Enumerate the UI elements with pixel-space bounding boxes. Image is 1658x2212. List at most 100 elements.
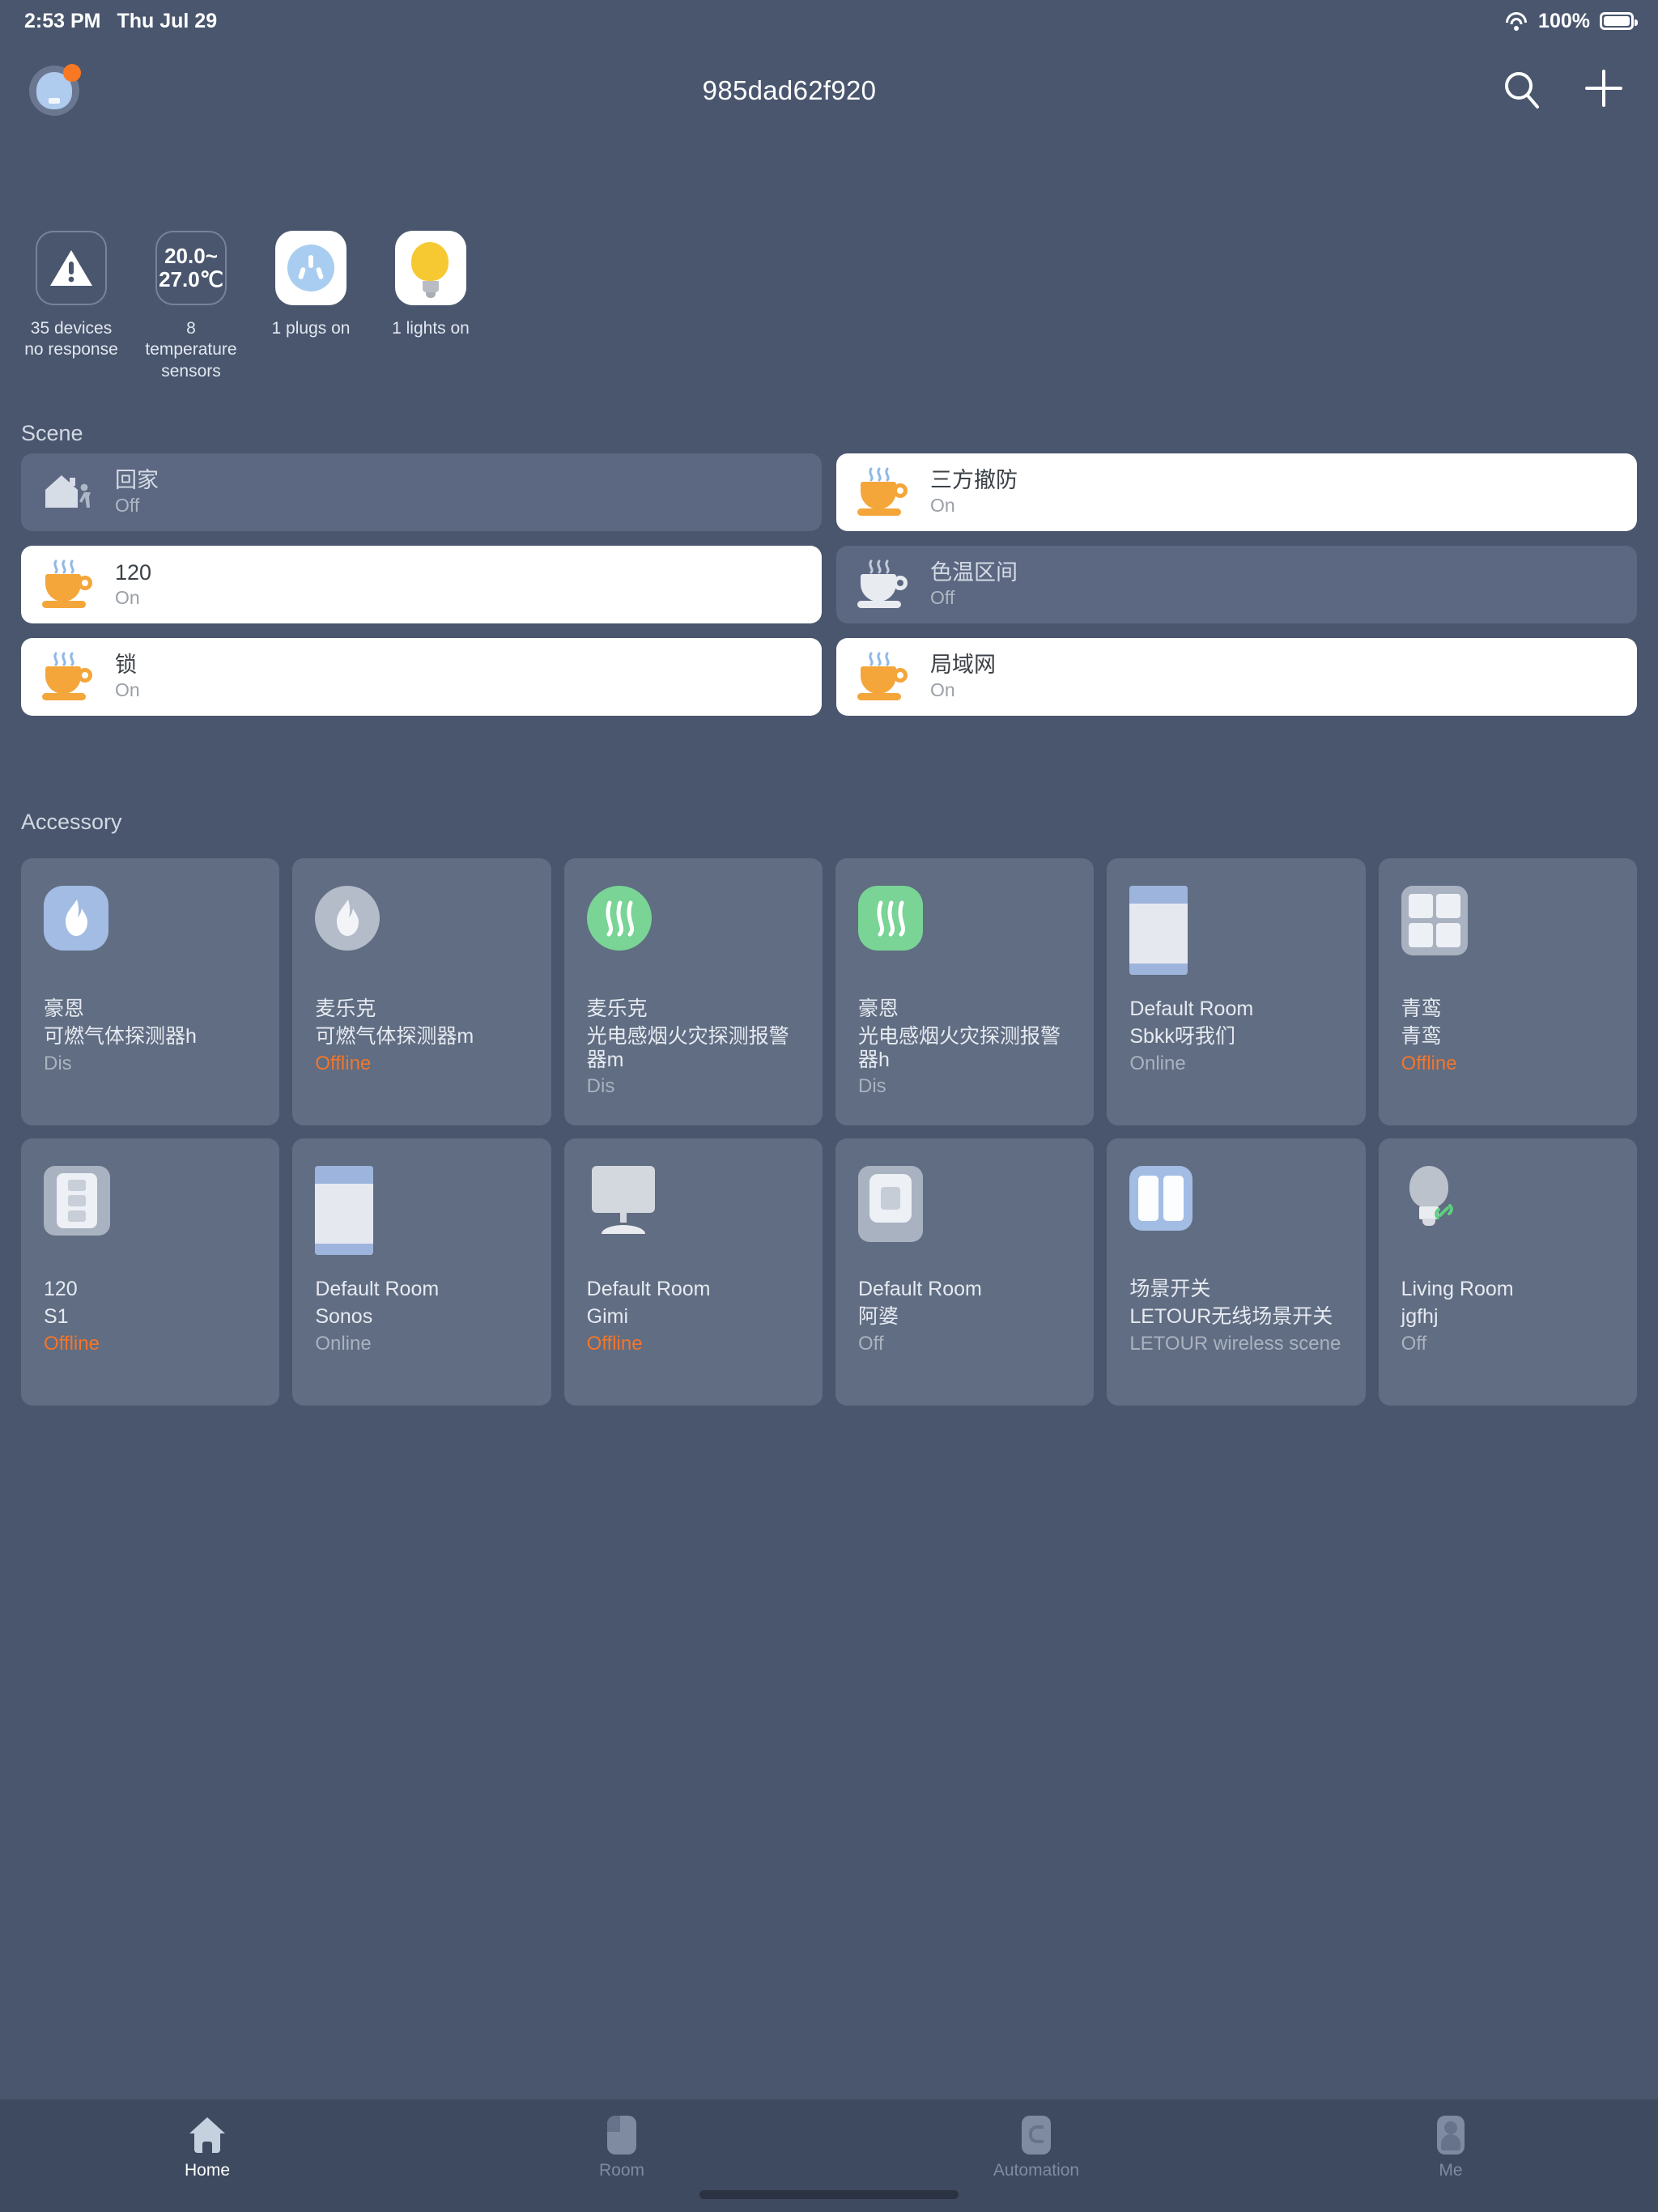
scene-state: On bbox=[930, 679, 955, 701]
accessory-icon-wrap bbox=[44, 1166, 257, 1260]
two-gang-switch-icon bbox=[1129, 1166, 1193, 1231]
gas-detector-icon-grey bbox=[315, 886, 380, 951]
tab-home[interactable]: Home bbox=[0, 2114, 414, 2180]
accessory-icon-wrap bbox=[858, 886, 1071, 980]
status-bar-right: 100% bbox=[1504, 10, 1638, 33]
smoke-detector-icon-green bbox=[586, 886, 652, 951]
tab-label: Room bbox=[598, 2161, 645, 2180]
coffee-cup-icon bbox=[856, 466, 909, 519]
four-gang-switch-icon bbox=[1401, 886, 1468, 955]
nav-bar: 985dad62f920 bbox=[0, 42, 1658, 139]
scene-state: On bbox=[115, 679, 140, 701]
accessory-card[interactable]: 场景开关 LETOUR无线场景开关 LETOUR wireless scene bbox=[1107, 1138, 1366, 1406]
light-bulb-icon bbox=[411, 242, 450, 298]
tab-label: Me bbox=[1439, 2161, 1463, 2180]
accessory-icon-wrap bbox=[1401, 886, 1614, 980]
coffee-cup-icon-grey bbox=[856, 558, 909, 611]
summary-label: 1 lights on bbox=[392, 319, 470, 338]
accessory-device: jgfhj bbox=[1401, 1304, 1439, 1328]
me-icon bbox=[1430, 2114, 1472, 2156]
app-screen: 2:53 PM Thu Jul 29 100% 985dad62f920 35 … bbox=[0, 0, 1658, 2212]
accessory-card[interactable]: 豪恩 光电感烟火灾探测报警器h Dis bbox=[835, 858, 1095, 1125]
summary-tile-icon-box bbox=[395, 231, 466, 305]
home-indicator bbox=[699, 2190, 959, 2199]
summary-tile-icon-box bbox=[275, 231, 346, 305]
tab-room[interactable]: Room bbox=[414, 2114, 829, 2180]
battery-full-icon bbox=[1600, 12, 1638, 30]
three-gang-switch-icon bbox=[44, 1166, 110, 1236]
tab-automation[interactable]: Automation bbox=[829, 2114, 1244, 2180]
accessory-room: 青鸾 bbox=[1401, 998, 1442, 1020]
accessory-device: LETOUR无线场景开关 bbox=[1129, 1304, 1333, 1328]
accessory-icon-wrap bbox=[587, 1166, 800, 1260]
scene-text: 120 On bbox=[115, 560, 151, 609]
scene-card[interactable]: 局域网 On bbox=[836, 638, 1637, 716]
light-bulb-linked-icon bbox=[1401, 1166, 1456, 1240]
accessory-room: 豪恩 bbox=[44, 998, 85, 1020]
accessory-card[interactable]: Default Room Sbkk呀我们 Online bbox=[1107, 858, 1366, 1125]
warning-triangle-icon bbox=[50, 250, 92, 286]
accessory-section-title: Accessory bbox=[21, 810, 122, 834]
accessory-room: Living Room bbox=[1401, 1278, 1514, 1300]
scene-card[interactable]: 回家 Off bbox=[21, 453, 822, 531]
scene-name: 回家 bbox=[115, 467, 159, 492]
summary-label: 8 temperature sensors bbox=[145, 319, 237, 381]
summary-label: 1 plugs on bbox=[271, 319, 351, 338]
room-icon bbox=[601, 2114, 643, 2156]
temperature-range-value: 20.0~ 27.0℃ bbox=[159, 243, 223, 291]
summary-tile-lights[interactable]: 1 lights on bbox=[380, 231, 481, 382]
accessory-card[interactable]: 豪恩 可燃气体探测器h Dis bbox=[21, 858, 280, 1125]
accessory-texts: Default Room Sbkk呀我们 Online bbox=[1129, 998, 1342, 1074]
summary-tile-temperature[interactable]: 20.0~ 27.0℃ 8 temperature sensors bbox=[141, 231, 241, 382]
user-avatar-icon[interactable] bbox=[29, 64, 81, 116]
accessory-texts: Default Room Gimi Offline bbox=[587, 1278, 800, 1355]
scene-card[interactable]: 120 On bbox=[21, 546, 822, 623]
scene-text: 色温区间 Off bbox=[930, 560, 1018, 609]
tab-me[interactable]: Me bbox=[1244, 2114, 1658, 2180]
accessory-device: 可燃气体探测器m bbox=[315, 1024, 474, 1048]
summary-tile-no-response[interactable]: 35 devices no response bbox=[21, 231, 121, 382]
scene-state: On bbox=[930, 495, 955, 517]
status-time: 2:53 PM bbox=[24, 9, 101, 32]
accessory-texts: Default Room Sonos Online bbox=[315, 1278, 528, 1355]
accessory-state: Off bbox=[1401, 1332, 1427, 1355]
accessory-device: 阿婆 bbox=[858, 1304, 899, 1328]
scene-card[interactable]: 锁 On bbox=[21, 638, 822, 716]
accessory-device: Sonos bbox=[315, 1304, 373, 1328]
automation-icon bbox=[1015, 2114, 1057, 2156]
curtain-panel-icon bbox=[1129, 886, 1188, 975]
scene-card[interactable]: 三方撤防 On bbox=[836, 453, 1637, 531]
accessory-card[interactable]: Default Room 阿婆 Off bbox=[835, 1138, 1095, 1406]
accessory-state: Offline bbox=[586, 1332, 643, 1355]
scene-card[interactable]: 色温区间 Off bbox=[836, 546, 1637, 623]
scene-name: 局域网 bbox=[930, 652, 996, 677]
accessory-card[interactable]: 麦乐克 光电感烟火灾探测报警器m Dis bbox=[563, 858, 823, 1125]
accessory-state: Offline bbox=[44, 1332, 100, 1355]
scene-text: 锁 On bbox=[115, 653, 140, 701]
accessory-card[interactable]: 青鸾 青鸾 Offline bbox=[1378, 858, 1637, 1125]
scene-text: 回家 Off bbox=[115, 467, 159, 517]
tab-bar: Home Room Automation Me bbox=[0, 2099, 1658, 2212]
accessory-device: 可燃气体探测器h bbox=[44, 1024, 197, 1048]
search-icon[interactable] bbox=[1499, 68, 1545, 113]
accessory-icon-wrap bbox=[315, 1166, 528, 1260]
scene-state: Off bbox=[930, 587, 955, 609]
accessory-texts: 120 S1 Offline bbox=[44, 1278, 257, 1355]
accessory-card[interactable]: 120 S1 Offline bbox=[21, 1138, 280, 1406]
accessory-state: Dis bbox=[586, 1075, 615, 1098]
status-bar-left: 2:53 PM Thu Jul 29 bbox=[24, 10, 217, 33]
accessory-card[interactable]: 麦乐克 可燃气体探测器m Offline bbox=[292, 858, 551, 1125]
add-button[interactable] bbox=[1584, 68, 1629, 113]
accessory-texts: 场景开关 LETOUR无线场景开关 LETOUR wireless scene bbox=[1129, 1278, 1342, 1355]
accessory-icon-wrap bbox=[315, 886, 528, 980]
accessory-room: 场景开关 bbox=[1129, 1278, 1211, 1300]
summary-tile-plugs[interactable]: 1 plugs on bbox=[261, 231, 361, 382]
accessory-device: Gimi bbox=[586, 1304, 629, 1328]
accessory-card[interactable]: Living Room jgfhj Off bbox=[1378, 1138, 1637, 1406]
accessory-card[interactable]: Default Room Gimi Offline bbox=[563, 1138, 823, 1406]
status-bar: 2:53 PM Thu Jul 29 100% bbox=[0, 0, 1658, 42]
accessory-icon-wrap bbox=[858, 1166, 1071, 1260]
scene-state: On bbox=[115, 587, 140, 609]
accessory-state: LETOUR wireless scene bbox=[1129, 1332, 1341, 1355]
accessory-card[interactable]: Default Room Sonos Online bbox=[292, 1138, 551, 1406]
